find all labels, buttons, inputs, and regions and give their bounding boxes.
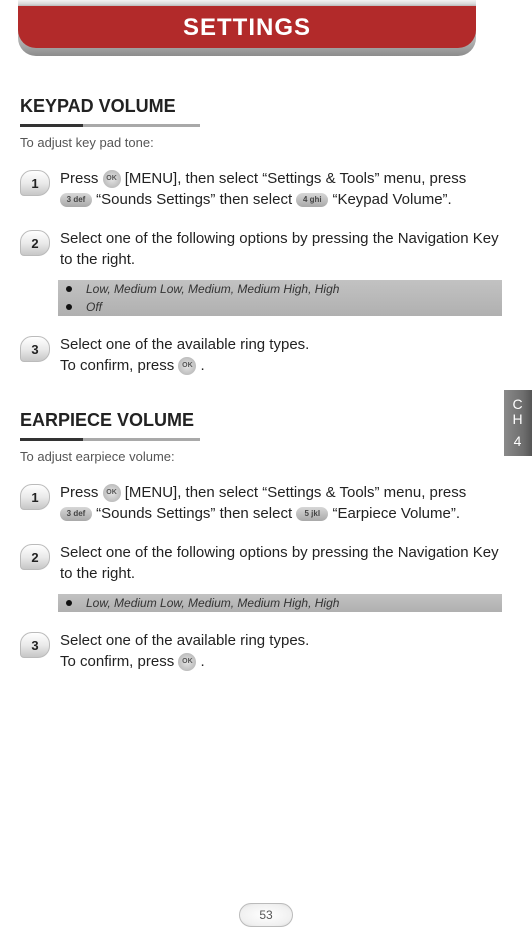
ok-key-icon: OK (103, 170, 121, 188)
key-5-icon: 5 jkl (296, 507, 328, 521)
text: Press (60, 484, 103, 501)
text: “Earpiece Volume”. (332, 505, 460, 522)
keypad-step-1: 1 Press OK [MENU], then select “Settings… (20, 168, 502, 210)
step-number-badge: 1 (20, 484, 50, 510)
step-number-badge: 1 (20, 170, 50, 196)
earpiece-step-3-text: Select one of the available ring types. … (60, 630, 502, 672)
key-3-icon: 3 def (60, 507, 92, 521)
keypad-option-row: Low, Medium Low, Medium, Medium High, Hi… (58, 280, 502, 298)
earpiece-step-2: 2 Select one of the following options by… (20, 542, 502, 584)
keypad-step-3: 3 Select one of the available ring types… (20, 334, 502, 376)
text: Select one of the available ring types. (60, 632, 309, 649)
page-number-pill: 53 (239, 903, 293, 927)
keypad-step-1-text: Press OK [MENU], then select “Settings &… (60, 168, 502, 210)
bullet-icon (66, 304, 72, 310)
earpiece-step-2-text: Select one of the following options by p… (60, 542, 502, 584)
text: Select one of the available ring types. (60, 336, 309, 353)
key-3-icon: 3 def (60, 193, 92, 207)
chapter-number: 4 (504, 434, 532, 449)
step-number-badge: 3 (20, 336, 50, 362)
text: [MENU], then select “Settings & Tools” m… (125, 170, 467, 187)
text: . (201, 653, 205, 670)
keypad-option-2: Off (86, 300, 102, 314)
text: To confirm, press (60, 357, 178, 374)
text: . (201, 357, 205, 374)
step-number-badge: 2 (20, 230, 50, 256)
text: “Keypad Volume”. (332, 191, 451, 208)
ok-key-icon: OK (103, 484, 121, 502)
keypad-option-1: Low, Medium Low, Medium, Medium High, Hi… (86, 282, 339, 296)
text: [MENU], then select “Settings & Tools” m… (125, 484, 467, 501)
earpiece-options-box: Low, Medium Low, Medium, Medium High, Hi… (58, 594, 502, 612)
bullet-icon (66, 600, 72, 606)
earpiece-option-row: Low, Medium Low, Medium, Medium High, Hi… (58, 594, 502, 612)
page-number: 53 (259, 908, 272, 922)
text: Press (60, 170, 103, 187)
keypad-volume-sub: To adjust key pad tone: (20, 135, 502, 150)
ok-key-icon: OK (178, 357, 196, 375)
keypad-options-box: Low, Medium Low, Medium, Medium High, Hi… (58, 280, 502, 316)
keypad-volume-heading-text: KEYPAD VOLUME (20, 96, 176, 116)
page-banner: SETTINGS (0, 0, 532, 70)
banner-title: SETTINGS (18, 0, 476, 48)
step-number-badge: 3 (20, 632, 50, 658)
earpiece-step-1-text: Press OK [MENU], then select “Settings &… (60, 482, 502, 524)
bullet-icon (66, 286, 72, 292)
keypad-option-row: Off (58, 298, 502, 316)
keypad-step-3-text: Select one of the available ring types. … (60, 334, 502, 376)
earpiece-volume-heading: EARPIECE VOLUME (20, 410, 502, 435)
text: “Sounds Settings” then select (96, 191, 296, 208)
earpiece-volume-heading-text: EARPIECE VOLUME (20, 410, 194, 430)
banner-title-text: SETTINGS (183, 14, 311, 42)
keypad-step-2: 2 Select one of the following options by… (20, 228, 502, 270)
earpiece-option-1: Low, Medium Low, Medium, Medium High, Hi… (86, 596, 339, 610)
content-area: KEYPAD VOLUME To adjust key pad tone: 1 … (0, 70, 532, 672)
key-4-icon: 4 ghi (296, 193, 328, 207)
keypad-volume-heading: KEYPAD VOLUME (20, 96, 502, 121)
chapter-tab: C H 4 (504, 390, 532, 456)
earpiece-volume-sub: To adjust earpiece volume: (20, 449, 502, 464)
chapter-label: C H (504, 397, 532, 428)
text: “Sounds Settings” then select (96, 505, 296, 522)
keypad-step-2-text: Select one of the following options by p… (60, 228, 502, 270)
earpiece-step-3: 3 Select one of the available ring types… (20, 630, 502, 672)
ok-key-icon: OK (178, 653, 196, 671)
step-number-badge: 2 (20, 544, 50, 570)
text: To confirm, press (60, 653, 178, 670)
earpiece-step-1: 1 Press OK [MENU], then select “Settings… (20, 482, 502, 524)
